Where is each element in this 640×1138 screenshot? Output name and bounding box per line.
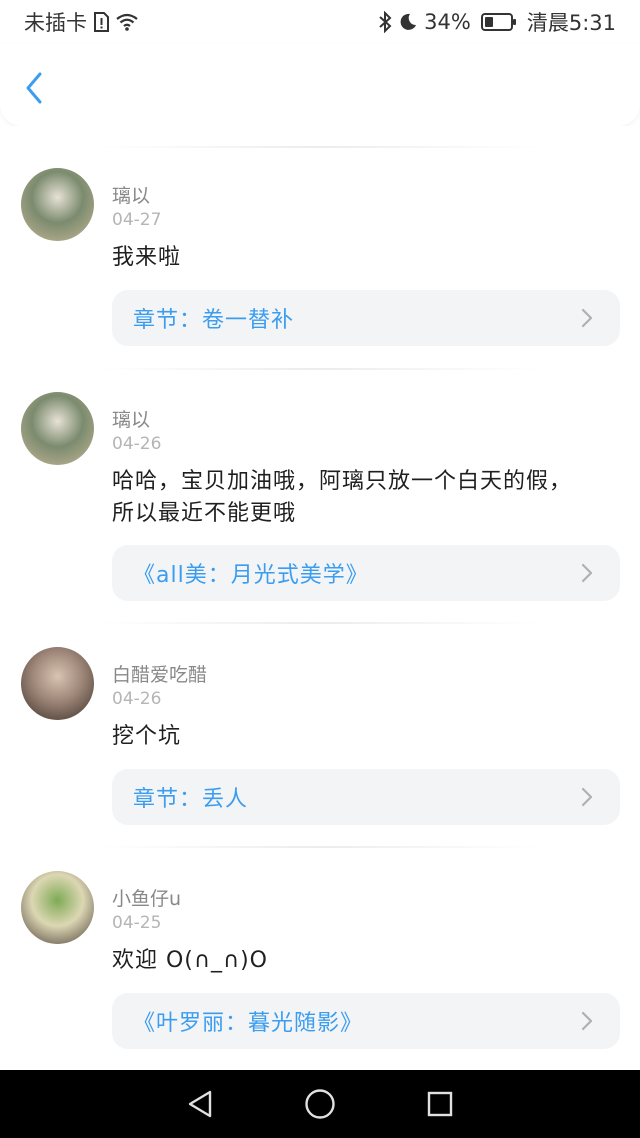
comment-username[interactable]: 小鱼仔u bbox=[112, 884, 181, 911]
divider bbox=[100, 146, 540, 148]
comment-username[interactable]: 白醋爱吃醋 bbox=[112, 660, 207, 687]
nav-back-button[interactable] bbox=[180, 1084, 220, 1124]
battery-icon bbox=[480, 13, 516, 31]
back-button[interactable] bbox=[18, 70, 50, 106]
sim-alert-icon bbox=[94, 12, 109, 32]
comment-username[interactable]: 璃以 bbox=[112, 405, 150, 432]
status-right: 34% 清晨5:31 bbox=[378, 7, 616, 37]
moon-icon bbox=[400, 13, 417, 30]
nav-recents-button[interactable] bbox=[420, 1084, 460, 1124]
triangle-back-icon bbox=[188, 1090, 212, 1118]
comment-date: 04-25 bbox=[112, 913, 162, 933]
chapter-link[interactable]: 章节：卷一替补 bbox=[112, 290, 620, 346]
chapter-link-label: 章节：丢人 bbox=[133, 787, 249, 812]
status-bar: 未插卡 34% 清晨5:31 bbox=[0, 0, 640, 44]
bluetooth-icon bbox=[379, 11, 392, 33]
chevron-right-icon bbox=[580, 786, 594, 808]
comment-list[interactable]: 璃以 04-27 我来啦 章节：卷一替补 璃以 04-26 哈哈，宝贝加油哦，阿… bbox=[0, 126, 640, 1070]
chapter-link-label: 章节：卷一替补 bbox=[133, 308, 295, 333]
avatar[interactable] bbox=[21, 392, 94, 465]
chapter-link[interactable]: 章节：丢人 bbox=[112, 769, 620, 825]
book-link[interactable]: 《叶罗丽：暮光随影》 bbox=[112, 993, 620, 1049]
carrier-label: 未插卡 bbox=[24, 11, 87, 35]
battery-level bbox=[484, 17, 493, 27]
clock: 清晨5:31 bbox=[526, 11, 616, 35]
avatar[interactable] bbox=[21, 168, 94, 241]
divider bbox=[100, 622, 540, 624]
comment-username[interactable]: 璃以 bbox=[112, 181, 150, 208]
back-arrow-icon bbox=[26, 72, 42, 104]
status-left: 未插卡 bbox=[24, 7, 139, 37]
book-link-label: 《all美：月光式美学》 bbox=[133, 563, 369, 588]
book-link-label: 《叶罗丽：暮光随影》 bbox=[133, 1011, 364, 1036]
divider bbox=[100, 846, 540, 848]
chevron-right-icon bbox=[580, 562, 594, 584]
comment-text: 我来啦 bbox=[112, 245, 182, 270]
comment-text: 哈哈，宝贝加油哦，阿璃只放一个白天的假，所以最近不能更哦 bbox=[112, 469, 573, 526]
comment-text: 欢迎 O(∩_∩)O bbox=[112, 948, 268, 973]
chevron-right-icon bbox=[580, 307, 594, 329]
system-nav-bar bbox=[0, 1070, 640, 1138]
wifi-icon bbox=[116, 13, 138, 31]
divider bbox=[100, 368, 540, 370]
comment-date: 04-26 bbox=[112, 689, 162, 709]
chevron-right-icon bbox=[580, 1010, 594, 1032]
avatar[interactable] bbox=[21, 871, 94, 944]
comment-date: 04-27 bbox=[112, 210, 162, 230]
battery-percent: 34% bbox=[424, 10, 471, 34]
circle-home-icon bbox=[305, 1089, 335, 1119]
nav-bar bbox=[0, 44, 640, 126]
square-recents-icon bbox=[427, 1091, 453, 1117]
nav-home-button[interactable] bbox=[300, 1084, 340, 1124]
book-link[interactable]: 《all美：月光式美学》 bbox=[112, 545, 620, 601]
comment-date: 04-26 bbox=[112, 434, 162, 454]
avatar[interactable] bbox=[21, 647, 94, 720]
comment-text: 挖个坑 bbox=[112, 724, 182, 749]
